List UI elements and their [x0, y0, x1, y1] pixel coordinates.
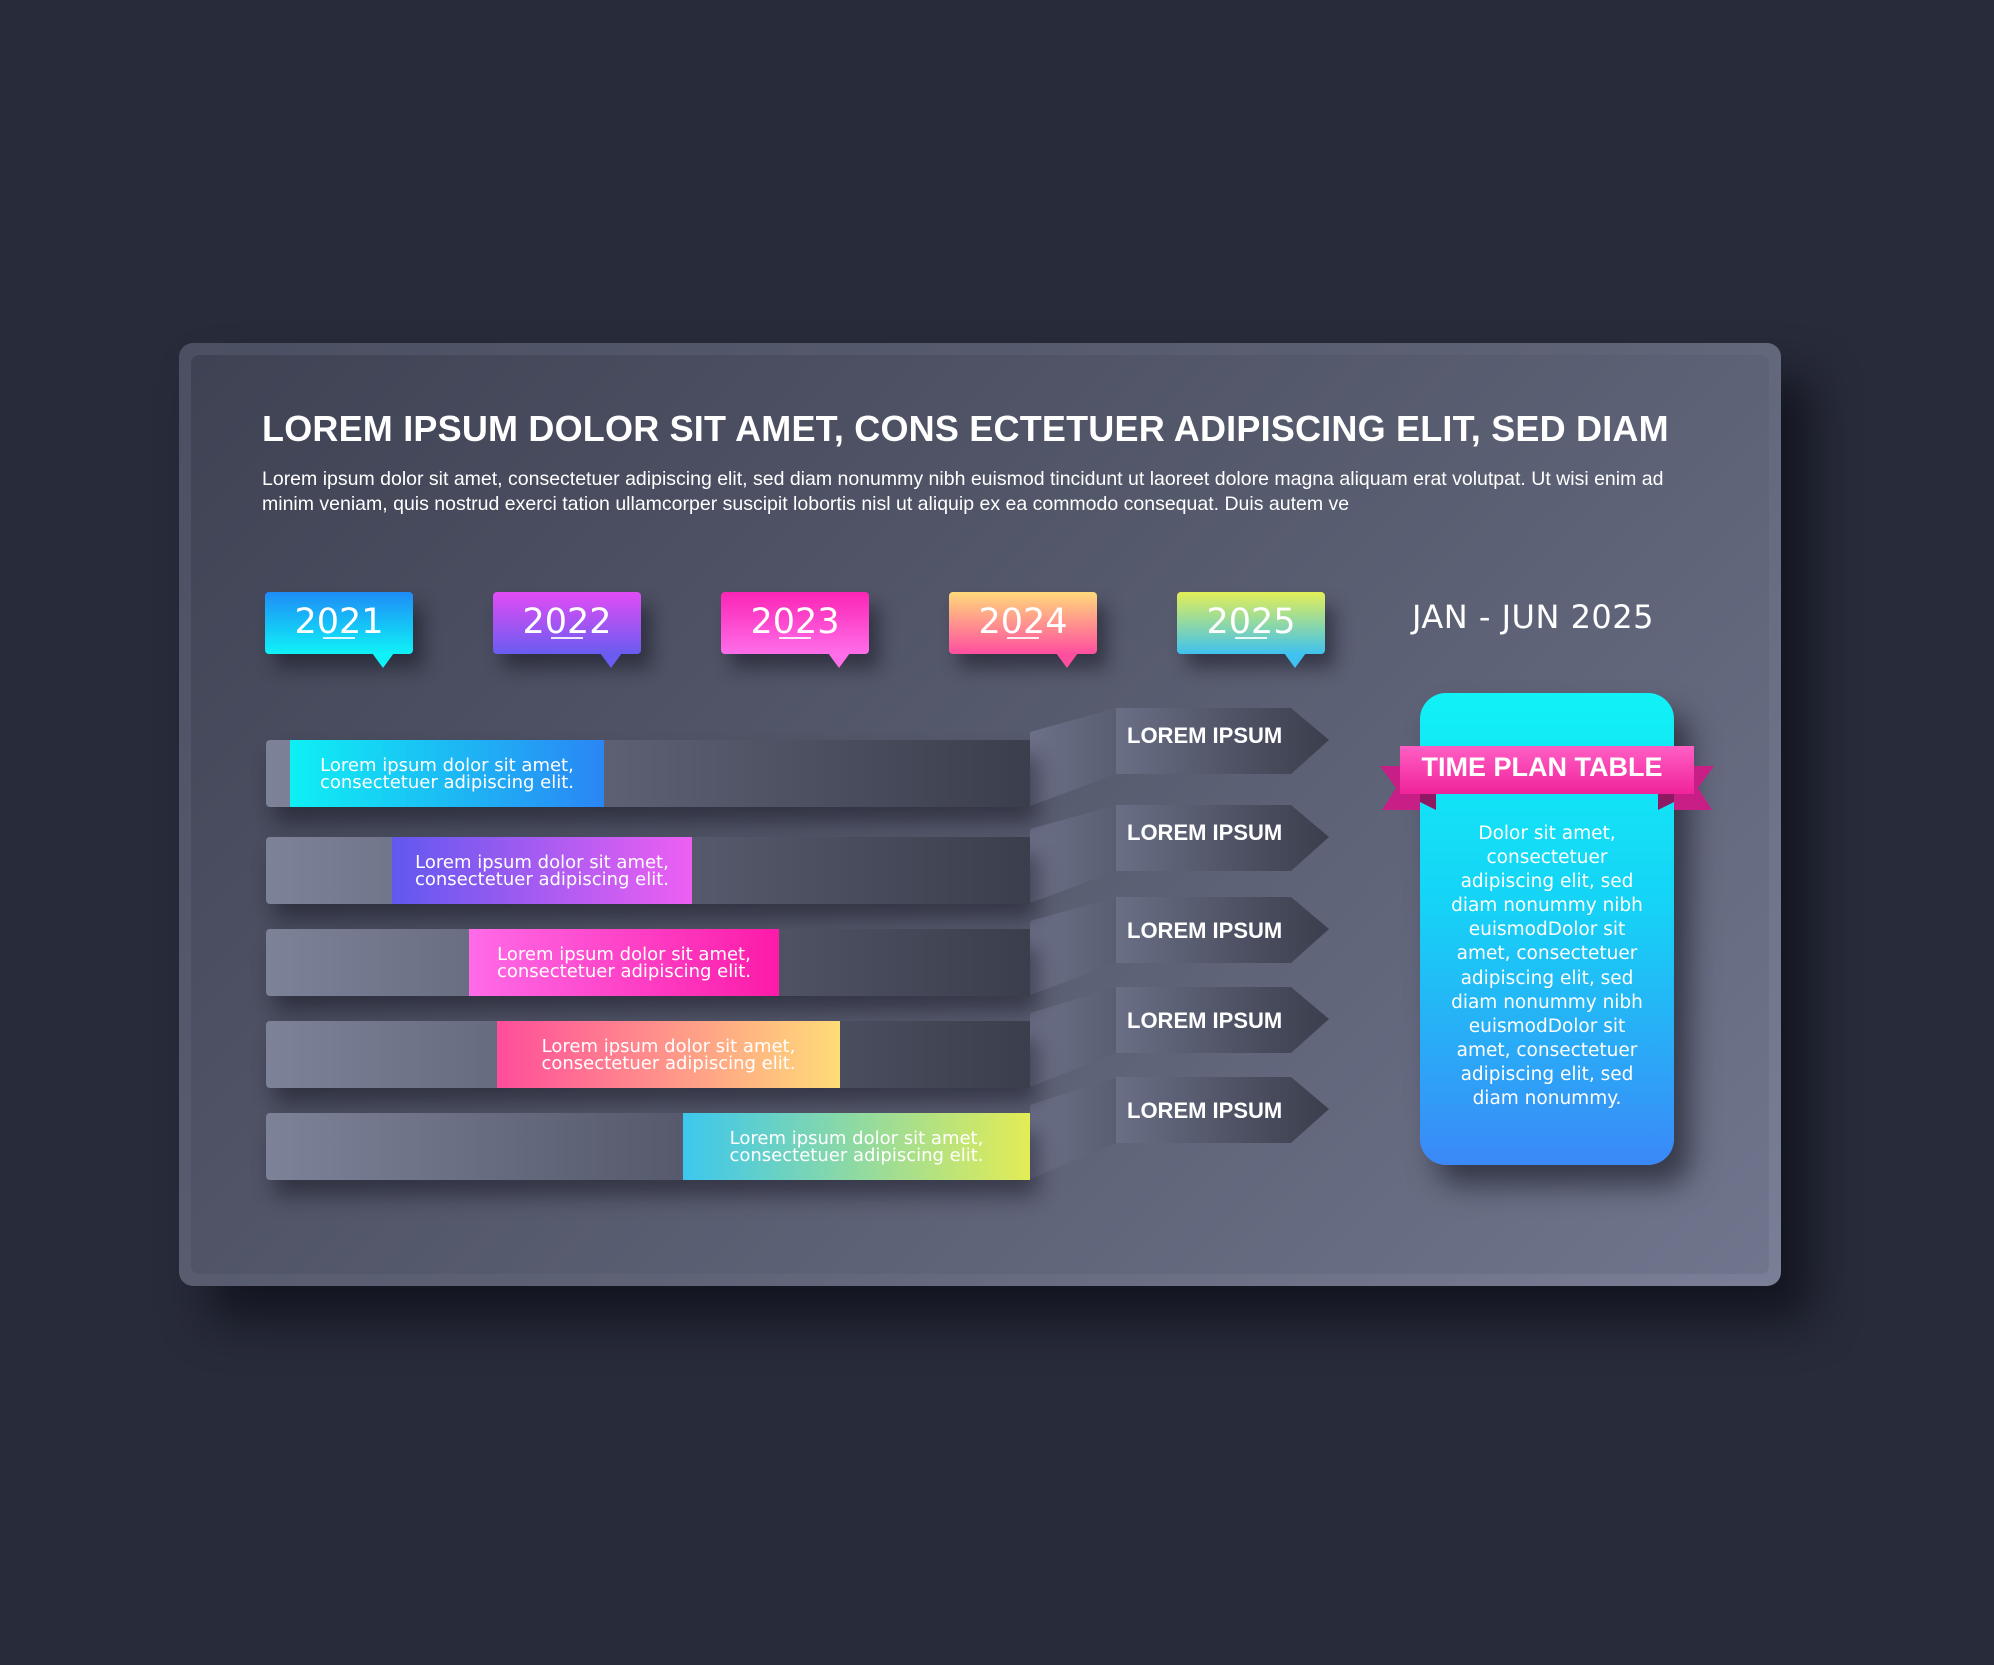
row-1-fold — [1030, 708, 1116, 806]
timeline-bar-3: Lorem ipsum dolor sit amet, consectetuer… — [266, 929, 1030, 996]
bar-segment-5: Lorem ipsum dolor sit amet, consectetuer… — [683, 1113, 1030, 1180]
row-5-fold — [1030, 1077, 1116, 1179]
period-label: JAN - JUN 2025 — [1412, 598, 1654, 636]
year-label: 2023 — [750, 602, 840, 642]
year-label: 2025 — [1206, 602, 1296, 642]
bar-segment-4: Lorem ipsum dolor sit amet, consectetuer… — [497, 1021, 840, 1088]
year-tag-2022: 2022 — [493, 592, 641, 668]
year-tag-2024: 2024 — [949, 592, 1097, 668]
segment-line-1: Lorem ipsum dolor sit amet, — [729, 1127, 984, 1149]
year-label: 2024 — [978, 602, 1068, 642]
year-tag-pointer — [600, 653, 622, 668]
year-tag-pointer — [1284, 653, 1306, 668]
bar-segment-3: Lorem ipsum dolor sit amet, consectetuer… — [469, 929, 779, 996]
segment-line-2: consectetuer adipiscing elit. — [496, 960, 752, 982]
page-subtitle: Lorem ipsum dolor sit amet, consectetuer… — [262, 468, 1664, 515]
year-tag-pointer — [372, 653, 394, 668]
timeline-bar-5: Lorem ipsum dolor sit amet, consectetuer… — [266, 1113, 1030, 1180]
year-underline — [779, 637, 811, 639]
infographic-canvas: LOREM IPSUM DOLOR SIT AMET, CONS ECTETUE… — [0, 0, 1994, 1665]
row-2-fold — [1030, 805, 1116, 903]
segment-line-2: consectetuer adipiscing elit. — [541, 1052, 796, 1074]
row-5-label: LOREM IPSUM — [1127, 1098, 1283, 1123]
segment-line-1: Lorem ipsum dolor sit amet, — [541, 1035, 796, 1057]
row-4-label: LOREM IPSUM — [1127, 1008, 1283, 1033]
row-3-fold — [1030, 897, 1116, 995]
timeline-bar-1: Lorem ipsum dolor sit amet, consectetuer… — [266, 740, 1030, 807]
year-tag-2023: 2023 — [721, 592, 869, 668]
year-tag-pointer — [828, 653, 850, 668]
panel-body: Dolor sit amet, consectetuer adipiscing … — [1451, 823, 1643, 1110]
segment-line-1: Lorem ipsum dolor sit amet, — [415, 851, 669, 873]
year-label: 2022 — [522, 602, 612, 642]
segment-line-1: Lorem ipsum dolor sit amet, — [497, 943, 751, 965]
year-tag-2025: 2025 — [1177, 592, 1325, 668]
panel-title: TIME PLAN TABLE — [1421, 752, 1663, 782]
year-underline — [1007, 637, 1039, 639]
row-2-label: LOREM IPSUM — [1127, 820, 1283, 845]
timeline-bar-2: Lorem ipsum dolor sit amet, consectetuer… — [266, 837, 1030, 904]
year-underline — [323, 637, 355, 639]
segment-line-2: consectetuer adipiscing elit. — [414, 868, 670, 890]
page-title: LOREM IPSUM DOLOR SIT AMET, CONS ECTETUE… — [262, 408, 1669, 449]
year-underline — [551, 637, 583, 639]
year-label: 2021 — [294, 602, 384, 642]
bar-segment-1: Lorem ipsum dolor sit amet, consectetuer… — [290, 740, 604, 807]
segment-line-1: Lorem ipsum dolor sit amet, — [320, 754, 574, 776]
row-3-label: LOREM IPSUM — [1127, 918, 1283, 943]
year-tag-pointer — [1056, 653, 1078, 668]
segment-line-2: consectetuer adipiscing elit. — [729, 1144, 984, 1166]
year-tag-2021: 2021 — [265, 592, 413, 668]
year-underline — [1235, 637, 1267, 639]
bar-segment-2: Lorem ipsum dolor sit amet, consectetuer… — [392, 837, 692, 904]
row-4-fold — [1030, 987, 1116, 1087]
row-1-label: LOREM IPSUM — [1127, 723, 1283, 748]
segment-line-2: consectetuer adipiscing elit. — [319, 771, 575, 793]
timeline-bar-4: Lorem ipsum dolor sit amet, consectetuer… — [266, 1021, 1030, 1088]
